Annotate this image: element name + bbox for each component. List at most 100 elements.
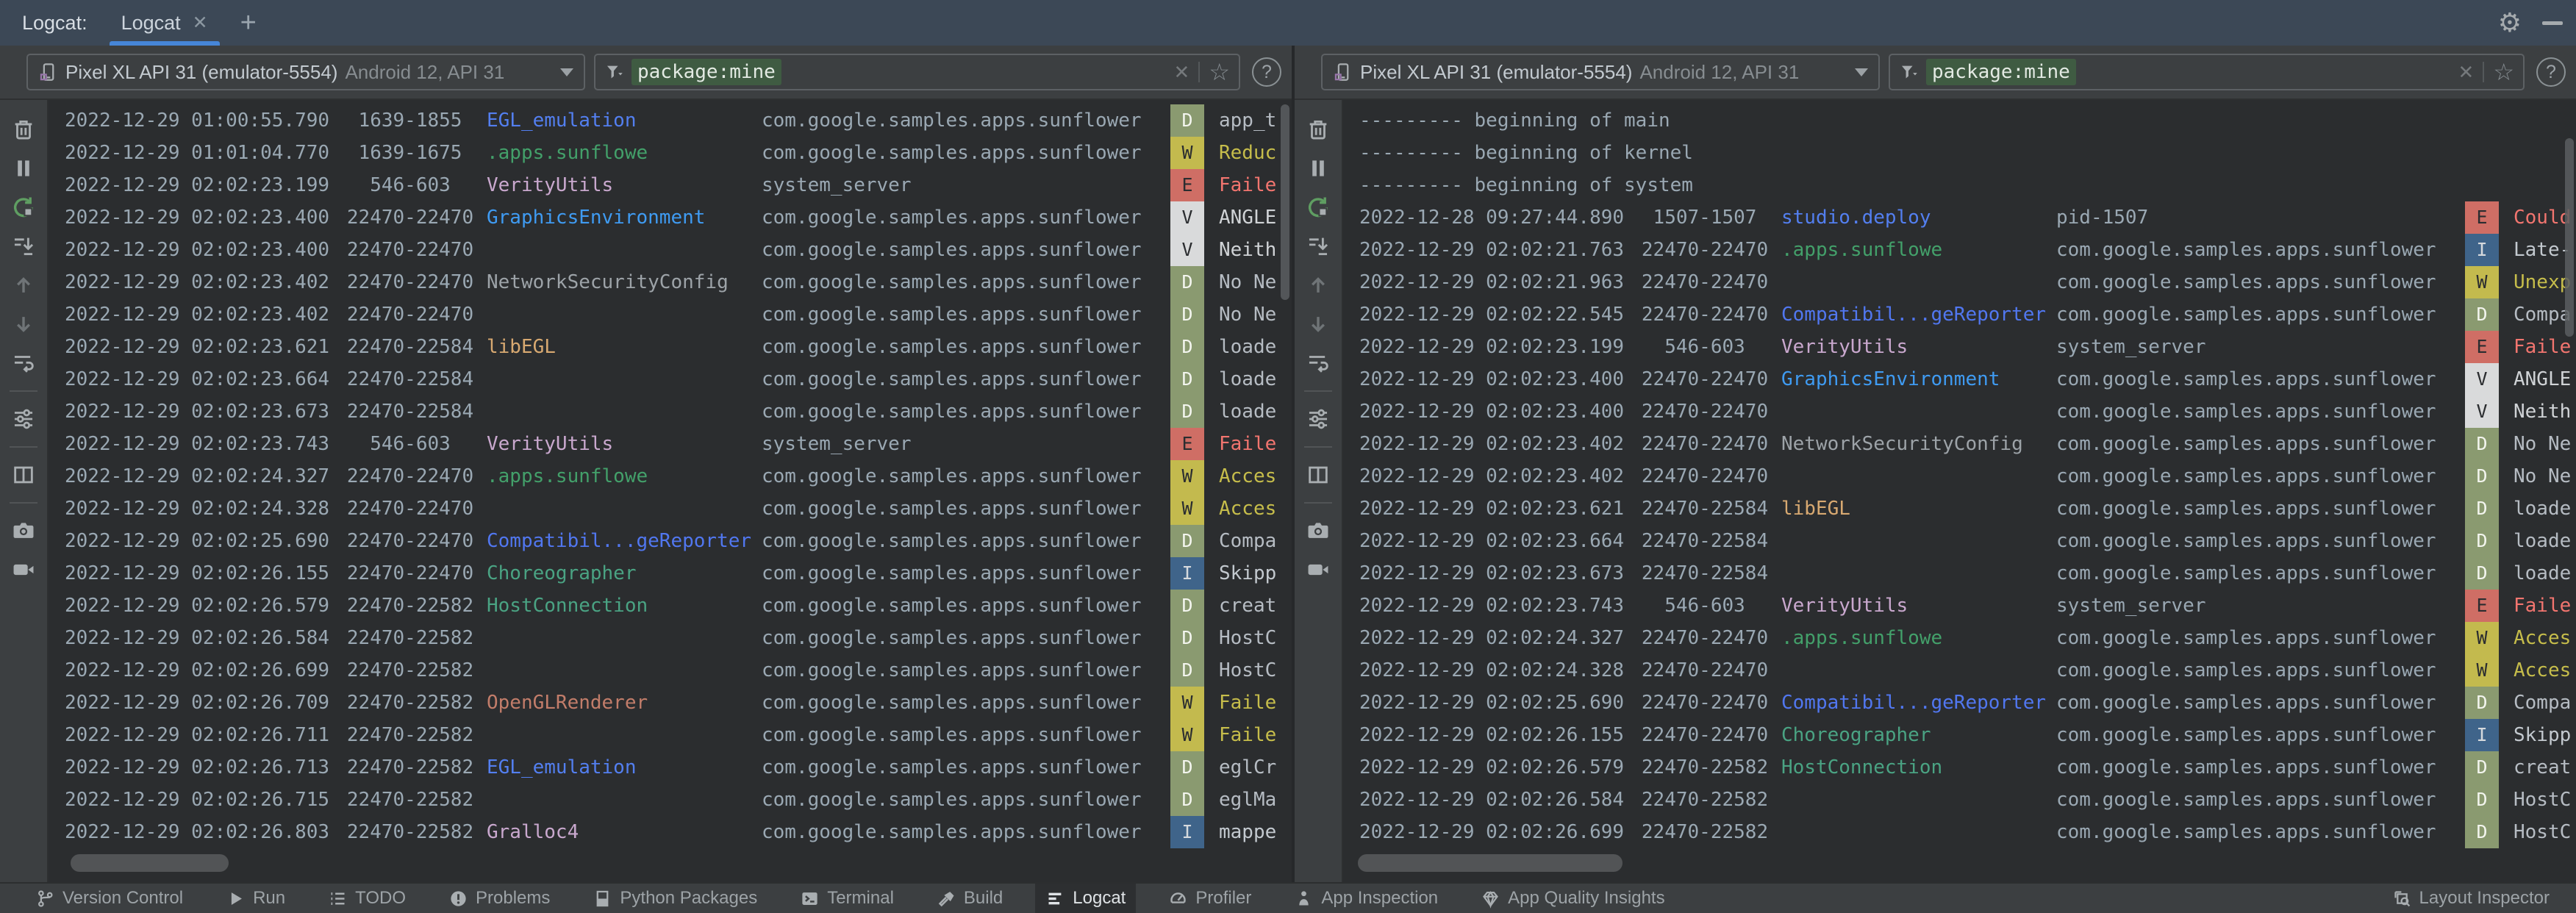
log-row[interactable]: 2022-12-29 02:02:21.963 22470-22470 com.go… — [1343, 266, 2576, 298]
favorite-filter-icon[interactable]: ☆ — [2493, 60, 2514, 84]
log-row[interactable]: --------- beginning of kernel — [1343, 137, 2576, 169]
clear-logcat-icon[interactable] — [1305, 116, 1331, 143]
log-row[interactable]: 2022-12-29 02:02:24.328 22470-22470 com.go… — [49, 493, 1292, 525]
log-row[interactable]: 2022-12-29 02:02:26.699 22470-22582 com.go… — [49, 654, 1292, 687]
log-row[interactable]: 2022-12-29 02:02:24.327 22470-22470 .apps.… — [49, 460, 1292, 493]
horizontal-scrollbar-thumb[interactable] — [71, 854, 229, 872]
log-row[interactable]: --------- beginning of main — [1343, 104, 2576, 137]
restart-logcat-icon[interactable] — [1305, 194, 1331, 221]
screenshot-icon[interactable] — [1305, 518, 1331, 544]
filter-divider — [1198, 62, 1201, 82]
log-row[interactable]: 2022-12-29 02:02:26.713 22470-22582 EGL_em… — [49, 751, 1292, 784]
log-row[interactable]: 2022-12-29 02:02:26.699 22470-22582 com.go… — [1343, 816, 2576, 848]
filter-input[interactable]: package:mine ✕ ☆ — [594, 54, 1240, 90]
statusbar-item-profiler[interactable]: Profiler — [1158, 884, 1262, 913]
log-row[interactable]: 2022-12-29 02:02:23.673 22470-22584 com.go… — [49, 395, 1292, 428]
filter-help-icon[interactable]: ? — [1252, 57, 1281, 87]
log-row[interactable]: 2022-12-29 02:02:23.621 22470-22584 libEGL… — [49, 331, 1292, 363]
filter-help-icon[interactable]: ? — [2536, 57, 2566, 87]
split-panel-icon[interactable] — [1305, 462, 1331, 488]
log-row[interactable]: 2022-12-29 02:02:26.715 22470-22582 com.go… — [49, 784, 1292, 816]
log-row[interactable]: 2022-12-29 02:02:23.664 22470-22584 com.go… — [1343, 525, 2576, 557]
log-row[interactable]: 2022-12-28 09:27:44.890 1507-1507 studio.d… — [1343, 201, 2576, 234]
log-row[interactable]: 2022-12-29 02:02:26.155 22470-22470 Choreo… — [1343, 719, 2576, 751]
log-row[interactable]: 2022-12-29 02:02:24.327 22470-22470 .apps.… — [1343, 622, 2576, 654]
log-row[interactable]: 2022-12-29 02:02:26.709 22470-22582 OpenGL… — [49, 687, 1292, 719]
log-row[interactable]: 2022-12-29 02:02:21.763 22470-22470 .apps.… — [1343, 234, 2576, 266]
settings-gear-icon[interactable]: ⚙ — [2498, 10, 2522, 36]
log-row[interactable]: 2022-12-29 01:01:04.770 1639-1675 .apps.su… — [49, 137, 1292, 169]
statusbar-item-layout-inspector[interactable]: Layout Inspector — [2382, 888, 2560, 909]
tab-logcat[interactable]: Logcat ✕ — [108, 0, 221, 46]
statusbar-item-python-packages[interactable]: Python Packages — [582, 884, 768, 913]
statusbar-item-problems[interactable]: Problems — [438, 884, 560, 913]
statusbar-item-version-control[interactable]: Version Control — [25, 884, 193, 913]
scroll-to-end-icon[interactable] — [10, 233, 37, 259]
log-row[interactable]: 2022-12-29 02:02:26.584 22470-22582 com.go… — [1343, 784, 2576, 816]
clear-filter-icon[interactable]: ✕ — [2458, 61, 2475, 84]
log-row[interactable]: 2022-12-29 02:02:25.690 22470-22470 Compat… — [49, 525, 1292, 557]
statusbar-item-app-inspection[interactable]: App Inspection — [1284, 884, 1448, 913]
statusbar-item-terminal[interactable]: Terminal — [790, 884, 904, 913]
pause-icon[interactable] — [10, 155, 37, 182]
log-row[interactable]: 2022-12-29 02:02:22.545 22470-22470 Compat… — [1343, 298, 2576, 331]
hide-toolwindow-icon[interactable] — [2542, 21, 2563, 25]
log-row[interactable]: 2022-12-29 02:02:23.743 546-603 VerityUtil… — [49, 428, 1292, 460]
soft-wrap-icon[interactable] — [10, 350, 37, 376]
logcat-options-icon[interactable] — [10, 406, 37, 432]
horizontal-scrollbar-thumb[interactable] — [1358, 854, 1622, 872]
favorite-filter-icon[interactable]: ☆ — [1209, 60, 1230, 84]
previous-occurrence-icon[interactable] — [1305, 272, 1331, 298]
log-row[interactable]: 2022-12-29 02:02:23.402 22470-22470 com.go… — [1343, 460, 2576, 493]
log-row[interactable]: 2022-12-29 02:02:23.400 22470-22470 com.go… — [49, 234, 1292, 266]
new-logcat-tab-button[interactable]: + — [226, 0, 271, 46]
log-row[interactable]: 2022-12-29 02:02:23.621 22470-22584 libEGL… — [1343, 493, 2576, 525]
soft-wrap-icon[interactable] — [1305, 350, 1331, 376]
log-row[interactable]: 2022-12-29 02:02:23.743 546-603 VerityUtil… — [1343, 590, 2576, 622]
scroll-to-end-icon[interactable] — [1305, 233, 1331, 259]
screen-record-icon[interactable] — [10, 556, 37, 583]
previous-occurrence-icon[interactable] — [10, 272, 37, 298]
statusbar-item-app-quality-insights[interactable]: App Quality Insights — [1470, 884, 1675, 913]
filter-input[interactable]: package:mine ✕ ☆ — [1889, 54, 2525, 90]
log-row[interactable]: 2022-12-29 02:02:23.400 22470-22470 Graphi… — [49, 201, 1292, 234]
tab-close-icon[interactable]: ✕ — [193, 12, 208, 34]
log-row[interactable]: 2022-12-29 02:02:26.579 22470-22582 HostCo… — [49, 590, 1292, 622]
vertical-scrollbar-thumb[interactable] — [1281, 104, 1289, 300]
next-occurrence-icon[interactable] — [10, 311, 37, 337]
restart-logcat-icon[interactable] — [10, 194, 37, 221]
split-panel-icon[interactable] — [10, 462, 37, 488]
log-row[interactable]: 2022-12-29 02:02:26.584 22470-22582 com.go… — [49, 622, 1292, 654]
log-row[interactable]: 2022-12-29 02:02:23.400 22470-22470 Graphi… — [1343, 363, 2576, 395]
log-row[interactable]: 2022-12-29 01:00:55.790 1639-1855 EGL_emul… — [49, 104, 1292, 137]
screenshot-icon[interactable] — [10, 518, 37, 544]
statusbar-item-todo[interactable]: TODO — [318, 884, 416, 913]
log-row[interactable]: 2022-12-29 02:02:24.328 22470-22470 com.go… — [1343, 654, 2576, 687]
log-row[interactable]: 2022-12-29 02:02:23.402 22470-22470 Networ… — [1343, 428, 2576, 460]
log-row[interactable]: 2022-12-29 02:02:26.579 22470-22582 HostCo… — [1343, 751, 2576, 784]
log-row[interactable]: 2022-12-29 02:02:26.803 22470-22582 Grallo… — [49, 816, 1292, 848]
vertical-scrollbar-thumb[interactable] — [2565, 138, 2574, 337]
log-row[interactable]: 2022-12-29 02:02:26.711 22470-22582 com.go… — [49, 719, 1292, 751]
clear-filter-icon[interactable]: ✕ — [1174, 61, 1190, 84]
log-row[interactable]: 2022-12-29 02:02:23.402 22470-22470 com.go… — [49, 298, 1292, 331]
log-row[interactable]: 2022-12-29 02:02:26.155 22470-22470 Choreo… — [49, 557, 1292, 590]
clear-logcat-icon[interactable] — [10, 116, 37, 143]
log-row[interactable]: 2022-12-29 02:02:25.690 22470-22470 Compat… — [1343, 687, 2576, 719]
statusbar-item-run[interactable]: Run — [215, 884, 296, 913]
logcat-options-icon[interactable] — [1305, 406, 1331, 432]
log-row[interactable]: 2022-12-29 02:02:23.199 546-603 VerityUtil… — [1343, 331, 2576, 363]
log-row[interactable]: 2022-12-29 02:02:23.402 22470-22470 Networ… — [49, 266, 1292, 298]
pause-icon[interactable] — [1305, 155, 1331, 182]
next-occurrence-icon[interactable] — [1305, 311, 1331, 337]
log-row[interactable]: 2022-12-29 02:02:23.664 22470-22584 com.go… — [49, 363, 1292, 395]
screen-record-icon[interactable] — [1305, 556, 1331, 583]
log-row[interactable]: 2022-12-29 02:02:23.400 22470-22470 com.go… — [1343, 395, 2576, 428]
log-row[interactable]: 2022-12-29 02:02:23.673 22470-22584 com.go… — [1343, 557, 2576, 590]
device-selector[interactable]: Pixel XL API 31 (emulator-5554) Android 1… — [1321, 54, 1880, 90]
log-row[interactable]: 2022-12-29 02:02:23.199 546-603 VerityUtil… — [49, 169, 1292, 201]
log-row[interactable]: --------- beginning of system — [1343, 169, 2576, 201]
device-selector[interactable]: Pixel XL API 31 (emulator-5554) Android 1… — [26, 54, 585, 90]
statusbar-item-build[interactable]: Build — [926, 884, 1013, 913]
statusbar-item-logcat[interactable]: Logcat — [1035, 884, 1137, 913]
